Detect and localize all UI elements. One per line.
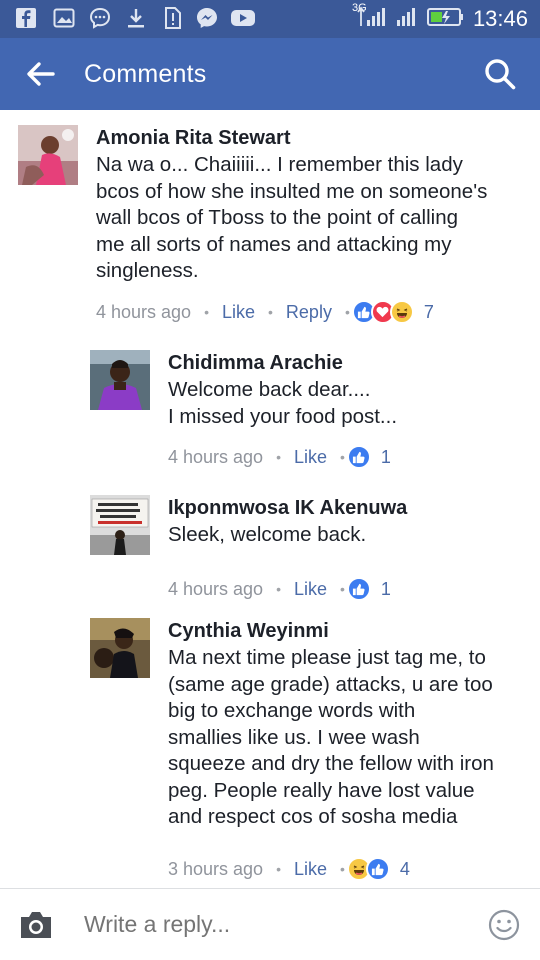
camera-icon [21, 912, 51, 938]
avatar[interactable] [90, 350, 150, 410]
youtube-icon [230, 6, 256, 30]
page-title: Comments [84, 60, 207, 88]
reactions[interactable]: 4 [346, 857, 410, 881]
reactions[interactable]: 1 [346, 445, 391, 469]
comment-line: me all sorts of names and attacking my [96, 232, 452, 256]
arrow-left-icon [27, 62, 55, 86]
comment-timestamp: 4 hours ago [96, 301, 192, 322]
reaction-count: 1 [380, 446, 391, 467]
comment-text: Ma next time please just tag me, to (sam… [168, 645, 528, 831]
comment: Amonia Rita Stewart Na wa o... Chaiiiii.… [0, 110, 540, 335]
avatar[interactable] [90, 618, 150, 678]
reply-link[interactable]: Reply [286, 302, 332, 323]
emoji-icon [488, 909, 520, 941]
gallery-icon [52, 6, 76, 30]
reactions[interactable]: 1 [346, 577, 391, 601]
avatar[interactable] [90, 495, 150, 555]
messenger-icon [194, 6, 220, 30]
avatar[interactable] [18, 125, 78, 185]
comment-text: Welcome back dear.... I missed your food… [168, 377, 528, 430]
like-reaction-icon [346, 445, 371, 469]
comment-author[interactable]: Ikponmwosa IK Akenuwa [168, 497, 407, 520]
reaction-count: 7 [423, 301, 434, 322]
comment-timestamp: 3 hours ago [168, 858, 264, 879]
camera-button[interactable] [17, 909, 55, 941]
reply-input[interactable] [84, 911, 464, 938]
comment-text: Sleek, welcome back. [168, 522, 528, 549]
comment-line: big to exchange words with [168, 699, 416, 722]
clock: 13:46 [472, 6, 528, 31]
comment-reply: Ikponmwosa IK Akenuwa Sleek, welcome bac… [0, 485, 540, 607]
like-reaction-icon [346, 577, 371, 601]
chat-icon [88, 6, 112, 30]
comment-meta: 4 hours ago • Like • 1 [168, 576, 391, 602]
download-icon [124, 6, 148, 30]
comment-line: singleness. [96, 259, 199, 282]
separator-dot: • [276, 581, 281, 597]
comment-author[interactable]: Cynthia Weyinmi [168, 620, 329, 643]
like-link[interactable]: Like [222, 302, 255, 323]
reactions[interactable]: 7 [351, 300, 434, 324]
status-bar: 3G 13:46 [0, 0, 540, 38]
separator-dot: • [340, 449, 345, 465]
separator-dot: • [276, 449, 281, 465]
comment-author[interactable]: Amonia Rita Stewart [96, 127, 290, 150]
comment-line: squeeze and dry the fellow with iron [168, 752, 494, 775]
comment-reply: Cynthia Weyinmi Ma next time please just… [0, 607, 540, 887]
comment-line: (same age grade) attacks, u are too [168, 672, 493, 696]
separator-dot: • [344, 304, 350, 320]
comment-line: Na wa o... Chaiiiii... I remember this l… [96, 153, 463, 176]
haha-reaction-icon [389, 300, 414, 324]
separator-dot: • [204, 304, 209, 320]
signal-icon [395, 6, 419, 33]
facebook-icon [14, 6, 38, 30]
battery-icon [426, 6, 465, 33]
like-reaction-icon [365, 857, 390, 881]
comment-meta: 4 hours ago • Like • 1 [168, 444, 391, 470]
comment-timestamp: 4 hours ago [168, 578, 264, 599]
comment-line: and respect cos of sosha media [168, 805, 458, 828]
reaction-count: 4 [399, 858, 410, 879]
comment-reply: Chidimma Arachie Welcome back dear.... I… [0, 335, 540, 485]
comment-line: bcos of how she insulted me on someone's [96, 179, 488, 203]
comment-meta: 4 hours ago • Like • Reply • 7 [96, 299, 434, 325]
reaction-count: 1 [380, 578, 391, 599]
alert-icon [160, 6, 184, 30]
comment-text: Na wa o... Chaiiiii... I remember this l… [96, 152, 516, 285]
comment-line: Welcome back dear.... [168, 378, 371, 401]
like-link[interactable]: Like [294, 447, 327, 468]
separator-dot: • [268, 304, 273, 320]
like-link[interactable]: Like [294, 579, 327, 600]
comment-line: peg. People really have lost value [168, 778, 475, 802]
signal-icon [353, 6, 387, 33]
search-button[interactable] [482, 56, 518, 92]
separator-dot: • [340, 581, 345, 597]
comment-author[interactable]: Chidimma Arachie [168, 352, 343, 375]
search-icon [485, 59, 516, 90]
comment-line: smallies like us. I wee wash [168, 725, 420, 749]
separator-dot: • [340, 861, 345, 877]
comment-line: wall bcos of Tboss to the point of calli… [96, 206, 458, 229]
comment-meta: 3 hours ago • Like • 4 [168, 856, 410, 882]
emoji-button[interactable] [488, 909, 520, 941]
back-button[interactable] [22, 58, 58, 90]
like-link[interactable]: Like [294, 859, 327, 880]
separator-dot: • [276, 861, 281, 877]
reply-bar [0, 888, 540, 960]
comment-line: Ma next time please just tag me, to [168, 646, 486, 669]
comment-line: Sleek, welcome back. [168, 523, 367, 546]
app-bar: Comments [0, 38, 540, 110]
comment-line: I missed your food post... [168, 404, 398, 428]
comment-timestamp: 4 hours ago [168, 446, 264, 467]
